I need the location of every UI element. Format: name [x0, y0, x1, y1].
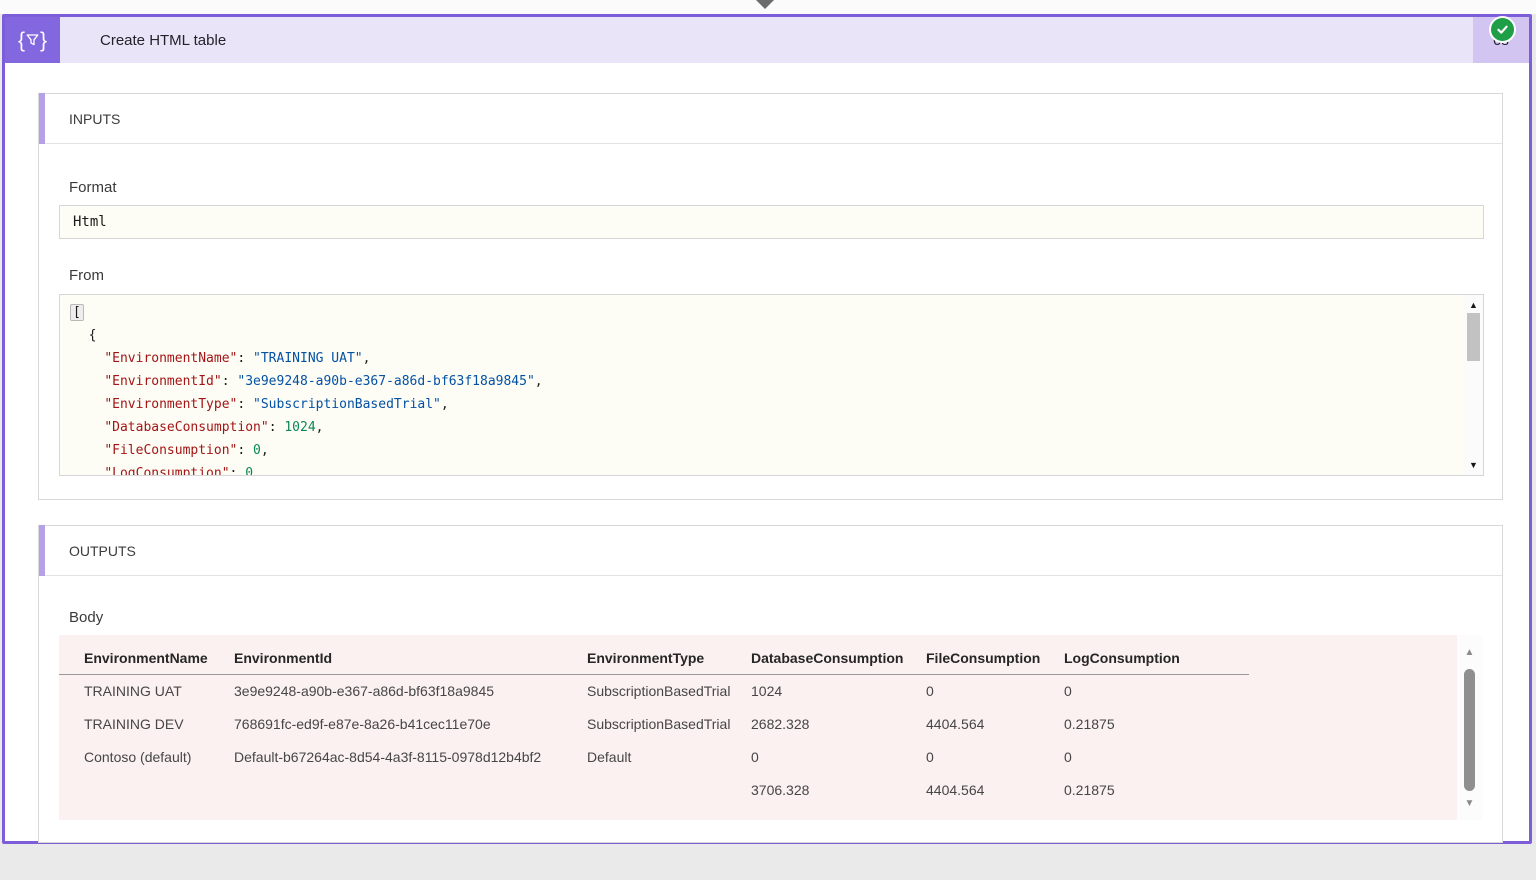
flow-connector-arrow-icon — [754, 0, 776, 9]
code-line: [ — [73, 301, 1463, 324]
table-cell: 768691fc-ed9f-e87e-8a26-b41cec11e70e — [234, 708, 587, 741]
format-value: Html — [60, 214, 107, 230]
body-output-table-container[interactable]: EnvironmentNameEnvironmentIdEnvironmentT… — [59, 635, 1482, 820]
outputs-section: OUTPUTS Body EnvironmentNameEnvironmentI… — [38, 525, 1503, 843]
outputs-section-header: OUTPUTS — [39, 526, 1502, 576]
action-title: Create HTML table — [100, 32, 226, 49]
table-cell: 0 — [751, 741, 926, 774]
table-cell: 0 — [1064, 675, 1249, 708]
column-header: LogConsumption — [1064, 644, 1249, 675]
action-header[interactable]: { } Create HTML table 0s — [5, 17, 1529, 63]
table-cell: Default-b67264ac-8d54-4a3f-8115-0978d12b… — [234, 741, 587, 774]
table-cell: 4404.564 — [926, 774, 1064, 807]
table-cell: 3e9e9248-a90b-e367-a86d-bf63f18a9845 — [234, 675, 587, 708]
code-line: "FileConsumption": 0, — [73, 439, 1463, 462]
table-cell — [59, 774, 234, 807]
table-row: 3706.3284404.5640.21875 — [59, 774, 1249, 807]
scroll-up-icon[interactable]: ▲ — [1457, 647, 1482, 659]
column-header: EnvironmentType — [587, 644, 751, 675]
from-scrollbar[interactable]: ▲ ▼ — [1464, 295, 1483, 475]
inputs-section: INPUTS Format Html From [ { "Environment… — [38, 93, 1503, 500]
inputs-label: INPUTS — [69, 111, 120, 127]
body-scrollbar-thumb[interactable] — [1464, 669, 1475, 791]
table-row: TRAINING DEV768691fc-ed9f-e87e-8a26-b41c… — [59, 708, 1249, 741]
from-code-field[interactable]: [ { "EnvironmentName": "TRAINING UAT", "… — [59, 294, 1484, 476]
format-field[interactable]: Html — [59, 205, 1484, 239]
outputs-accent-bar — [39, 525, 45, 576]
column-header: DatabaseConsumption — [751, 644, 926, 675]
data-operation-icon: { } — [5, 17, 60, 63]
code-line: "EnvironmentType": "SubscriptionBasedTri… — [73, 393, 1463, 416]
action-title-bar[interactable]: Create HTML table — [60, 17, 1473, 63]
body-output-table: EnvironmentNameEnvironmentIdEnvironmentT… — [59, 644, 1249, 807]
inputs-accent-bar — [39, 93, 45, 144]
table-cell: 0 — [926, 741, 1064, 774]
table-cell: 0 — [926, 675, 1064, 708]
column-header: EnvironmentName — [59, 644, 234, 675]
table-cell: 4404.564 — [926, 708, 1064, 741]
body-table-head-row: EnvironmentNameEnvironmentIdEnvironmentT… — [59, 644, 1249, 675]
table-cell: 0.21875 — [1064, 708, 1249, 741]
funnel-icon — [26, 33, 39, 47]
table-cell: 0 — [1064, 741, 1249, 774]
column-header: EnvironmentId — [234, 644, 587, 675]
body-table-scrollbar[interactable]: ▲ ▼ — [1457, 635, 1482, 820]
table-cell: 3706.328 — [751, 774, 926, 807]
table-cell — [587, 774, 751, 807]
scroll-down-icon[interactable]: ▼ — [1457, 798, 1482, 810]
from-code[interactable]: [ { "EnvironmentName": "TRAINING UAT", "… — [60, 295, 1463, 475]
scroll-down-icon[interactable]: ▼ — [1464, 458, 1483, 472]
create-html-table-action-card[interactable]: { } Create HTML table 0s INPUTS Format — [2, 14, 1532, 844]
column-header: FileConsumption — [926, 644, 1064, 675]
code-line: "EnvironmentName": "TRAINING UAT", — [73, 347, 1463, 370]
success-check-icon — [1489, 16, 1516, 43]
outputs-label: OUTPUTS — [69, 543, 136, 559]
flow-canvas: { } Create HTML table 0s INPUTS Format — [0, 0, 1536, 880]
scroll-up-icon[interactable]: ▲ — [1464, 298, 1483, 312]
from-field-label: From — [69, 267, 104, 284]
code-line: "EnvironmentId": "3e9e9248-a90b-e367-a86… — [73, 370, 1463, 393]
body-table-body: TRAINING UAT3e9e9248-a90b-e367-a86d-bf63… — [59, 675, 1249, 807]
table-cell: SubscriptionBasedTrial — [587, 675, 751, 708]
table-cell: 2682.328 — [751, 708, 926, 741]
table-row: Contoso (default)Default-b67264ac-8d54-4… — [59, 741, 1249, 774]
table-cell — [234, 774, 587, 807]
table-cell: SubscriptionBasedTrial — [587, 708, 751, 741]
body-field-label: Body — [69, 609, 103, 626]
table-row: TRAINING UAT3e9e9248-a90b-e367-a86d-bf63… — [59, 675, 1249, 708]
table-cell: TRAINING DEV — [59, 708, 234, 741]
inputs-section-header: INPUTS — [39, 94, 1502, 144]
table-cell: 1024 — [751, 675, 926, 708]
code-line: { — [73, 324, 1463, 347]
table-cell: 0.21875 — [1064, 774, 1249, 807]
format-field-label: Format — [69, 179, 117, 196]
table-cell: Default — [587, 741, 751, 774]
table-cell: TRAINING UAT — [59, 675, 234, 708]
code-line: "LogConsumption": 0, — [73, 462, 1463, 475]
code-line: "DatabaseConsumption": 1024, — [73, 416, 1463, 439]
from-scrollbar-thumb[interactable] — [1467, 313, 1480, 361]
table-cell: Contoso (default) — [59, 741, 234, 774]
